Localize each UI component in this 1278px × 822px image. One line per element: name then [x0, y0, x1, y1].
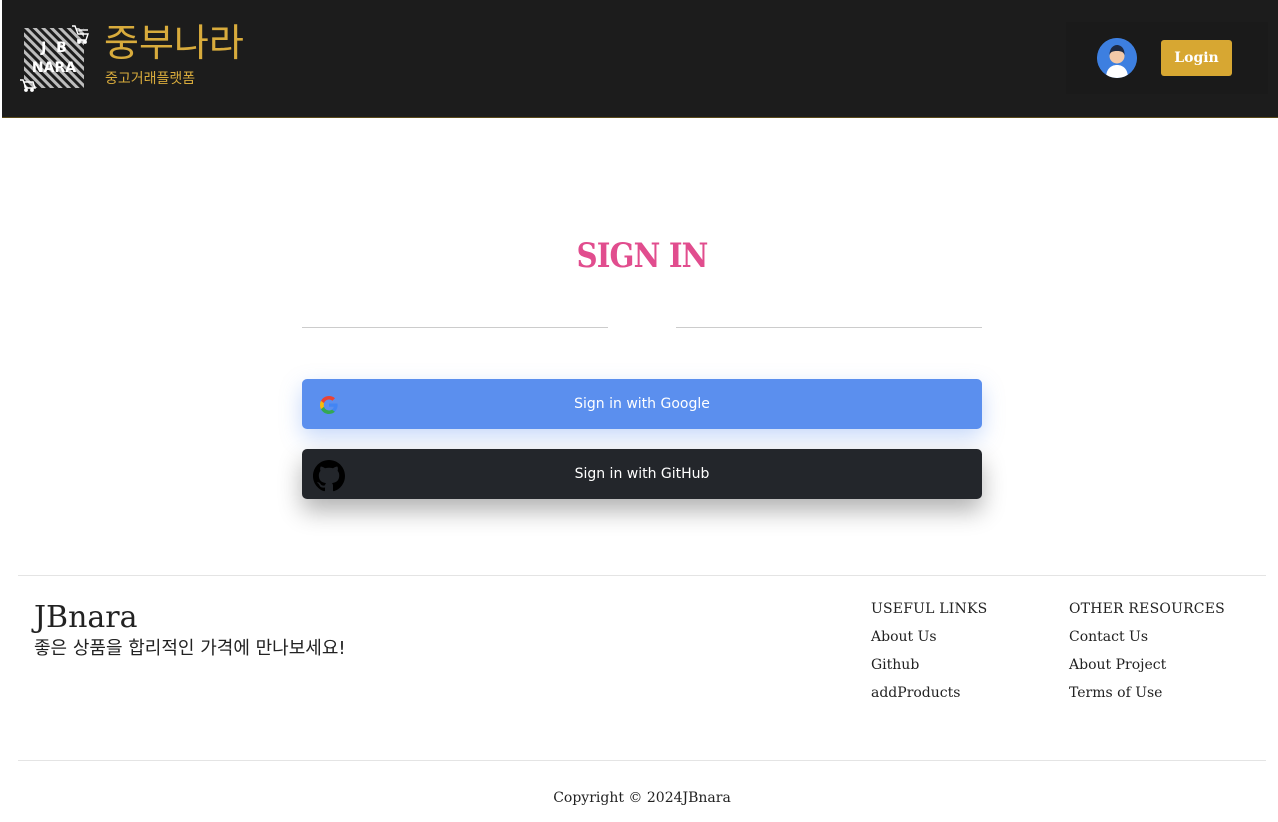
google-sign-in-button[interactable]: Sign in with Google — [302, 379, 982, 429]
svg-text:J B: J B — [40, 40, 67, 56]
useful-links-heading: USEFUL LINKS — [871, 601, 988, 617]
footer-divider-bottom — [18, 760, 1266, 761]
user-avatar-icon[interactable] — [1097, 38, 1137, 78]
footer-link-contact-us[interactable]: Contact Us — [1069, 628, 1225, 646]
footer-link-github[interactable]: Github — [871, 656, 987, 674]
sign-in-title: SIGN IN — [576, 236, 708, 276]
copyright-text: Copyright © 2024JBnara — [553, 790, 731, 806]
brand-subtitle: 중고거래플랫폼 — [105, 71, 196, 87]
brand-title[interactable]: 중부나라 — [104, 20, 244, 66]
divider-left — [302, 327, 608, 328]
github-sign-in-label: Sign in with GitHub — [574, 466, 710, 482]
footer-brand: JBnara — [34, 600, 138, 635]
footer-link-add-products[interactable]: addProducts — [871, 684, 987, 702]
svg-text:NARA: NARA — [32, 60, 76, 76]
divider-right — [676, 327, 982, 328]
other-resources-heading: OTHER RESOURCES — [1069, 601, 1225, 617]
jb-nara-logo[interactable]: J B NARA — [18, 22, 90, 92]
other-resources-column: OTHER RESOURCES Contact Us About Project… — [1069, 600, 1225, 712]
footer-link-about-project[interactable]: About Project — [1069, 656, 1225, 674]
footer-link-about-us[interactable]: About Us — [871, 628, 987, 646]
google-sign-in-label: Sign in with Google — [574, 396, 710, 412]
login-button[interactable]: Login — [1161, 40, 1232, 76]
site-header: J B NARA 중부나라 중고거래플랫폼 — [2, 0, 1278, 118]
useful-links-column: USEFUL LINKS About Us Github addProducts — [871, 600, 987, 712]
footer-link-terms-of-use[interactable]: Terms of Use — [1069, 684, 1225, 702]
footer-tagline: 좋은 상품을 합리적인 가격에 만나보세요! — [34, 638, 346, 659]
footer-divider-top — [18, 575, 1266, 576]
github-sign-in-button[interactable]: Sign in with GitHub — [302, 449, 982, 499]
